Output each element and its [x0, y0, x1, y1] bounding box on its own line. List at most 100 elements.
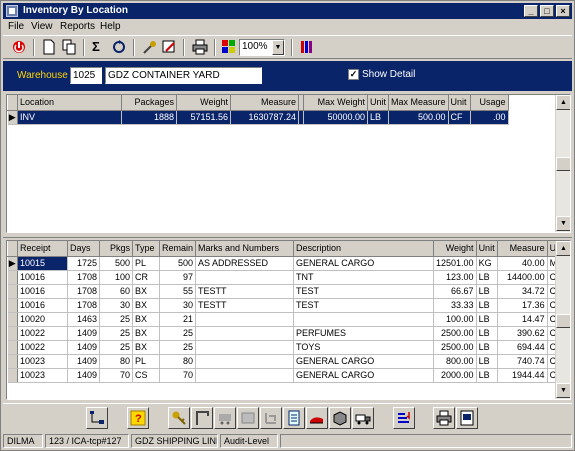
menu-reports[interactable]: Reports [60, 21, 95, 32]
warehouse-name-field[interactable]: GDZ CONTAINER YARD [105, 67, 262, 84]
table-row[interactable]: ▶ 10015 1725 500 PL 500 AS ADDRESSED GENERAL CA… [7, 256, 569, 271]
column-header[interactable]: Usage [469, 95, 509, 111]
cell-type[interactable]: PL [132, 354, 160, 369]
cell-measure[interactable]: 1944.44 [497, 368, 548, 383]
box-icon[interactable] [329, 407, 351, 429]
cell-description[interactable]: TNT [293, 270, 435, 285]
crane-icon[interactable] [191, 407, 213, 429]
cell-remain[interactable]: 70 [159, 368, 197, 383]
cell-marks[interactable] [195, 312, 295, 327]
table-row[interactable]: 10016170830BX30TESTTTEST33.33LB17.36CF [7, 298, 569, 313]
cell-marks[interactable] [195, 354, 295, 369]
pane-splitter[interactable] [3, 234, 572, 238]
cell-remain[interactable]: 80 [159, 354, 197, 369]
cell-days[interactable]: 1409 [67, 340, 100, 355]
cell-pkgs[interactable]: 60 [99, 284, 133, 299]
cell-weight[interactable]: 12501.00 [433, 256, 477, 271]
cell-days[interactable]: 1463 [67, 312, 100, 327]
column-header[interactable]: Description [293, 241, 435, 257]
cell-receipt[interactable]: 10023 [17, 354, 68, 369]
cell-receipt[interactable]: 10016 [17, 270, 68, 285]
cell-weight[interactable]: 66.67 [433, 284, 477, 299]
cell-weight-unit[interactable]: LB [476, 340, 498, 355]
refresh-icon[interactable] [111, 39, 127, 55]
cell-days[interactable]: 1708 [67, 298, 100, 313]
column-header[interactable]: Location [17, 95, 122, 111]
cell-measure[interactable]: 694.44 [497, 340, 548, 355]
column-header[interactable]: Measure [496, 241, 548, 257]
cell-description[interactable] [293, 312, 435, 327]
cell-weight-unit[interactable]: LB [476, 270, 498, 285]
cell-measure[interactable]: 34.72 [497, 284, 548, 299]
cell-receipt[interactable]: 10022 [17, 340, 68, 355]
cell-weight-unit[interactable]: LB [476, 284, 498, 299]
cell-days[interactable]: 1708 [67, 270, 100, 285]
document-icon[interactable] [283, 407, 305, 429]
cell-weight[interactable]: 123.00 [433, 270, 477, 285]
detail-scrollbar[interactable]: ▲ ▼ [555, 241, 570, 399]
column-header[interactable]: Marks and Numbers [195, 241, 295, 257]
cell-description[interactable]: GENERAL CARGO [293, 368, 435, 383]
preview-icon[interactable] [456, 407, 478, 429]
cell-type[interactable]: BX [132, 298, 160, 313]
cell-packages[interactable]: 1888 [121, 110, 177, 125]
cell-type[interactable]: CS [132, 368, 160, 383]
scroll-up-icon[interactable]: ▲ [556, 241, 570, 256]
cell-weight-unit[interactable]: LB [476, 298, 498, 313]
cell-type[interactable]: PL [132, 256, 160, 271]
gear-icon[interactable] [237, 407, 259, 429]
scroll-down-icon[interactable]: ▼ [556, 216, 570, 231]
column-header[interactable]: Weight [176, 95, 231, 111]
cart-icon[interactable] [214, 407, 236, 429]
cell-measure-unit[interactable]: CF [448, 110, 471, 125]
cell-measure[interactable]: 740.74 [497, 354, 548, 369]
table-row[interactable]: 10023 1409 70 CS 70 GENERAL CARGO 2000.00 LB 194… [7, 368, 569, 383]
cell-description[interactable]: TOYS [293, 340, 435, 355]
menu-view[interactable]: View [31, 21, 53, 32]
exit-icon[interactable] [11, 39, 27, 55]
cell-days[interactable]: 1409 [67, 354, 100, 369]
column-header[interactable]: Max Weight [303, 95, 368, 111]
cell-marks[interactable]: TESTT [195, 298, 295, 313]
cell-pkgs[interactable]: 100 [99, 270, 133, 285]
help-icon[interactable]: ? [127, 407, 149, 429]
grid-icon[interactable] [221, 39, 237, 55]
cell-type[interactable]: BX [132, 284, 160, 299]
column-header[interactable]: Weight [433, 241, 477, 257]
cell-measure[interactable]: 40.00 [497, 256, 548, 271]
forklift-icon[interactable] [260, 407, 282, 429]
cell-receipt[interactable]: 10016 [17, 284, 68, 299]
table-row[interactable]: ▶ INV 1888 57151.56 1630787.24 50000.00 … [7, 110, 509, 125]
cell-marks[interactable] [195, 368, 295, 383]
cell-marks[interactable] [195, 340, 295, 355]
cell-pkgs[interactable]: 25 [99, 340, 133, 355]
cell-description[interactable]: TEST [293, 298, 435, 313]
cell-weight[interactable]: 2500.00 [433, 326, 477, 341]
cell-days[interactable]: 1409 [67, 326, 100, 341]
cell-remain[interactable]: 21 [159, 312, 197, 327]
cell-receipt[interactable]: 10016 [17, 298, 68, 313]
cell-usage[interactable]: .00 [470, 110, 509, 125]
cell-pkgs[interactable]: 80 [99, 354, 133, 369]
maximize-button[interactable]: □ [540, 5, 554, 17]
cell-type[interactable]: BX [132, 340, 160, 355]
table-row[interactable]: 10020146325BX21100.00LB14.47CF [7, 312, 569, 327]
show-detail-checkbox[interactable]: ✓ [348, 69, 359, 80]
cell-weight-unit[interactable]: KG [476, 256, 498, 271]
cell-days[interactable]: 1725 [67, 256, 100, 271]
cell-receipt[interactable]: 10015 [17, 256, 68, 271]
shoe-icon[interactable] [306, 407, 328, 429]
cell-receipt[interactable]: 10022 [17, 326, 68, 341]
table-row[interactable]: 10022140925BX25PERFUMES2500.00LB390.62CF [7, 326, 569, 341]
cell-type[interactable]: BX [132, 326, 160, 341]
cell-weight[interactable]: 2500.00 [433, 340, 477, 355]
cell-description[interactable]: PERFUMES [293, 326, 435, 341]
cell-remain[interactable]: 30 [159, 298, 197, 313]
cell-weight-unit[interactable]: LB [476, 368, 498, 383]
cell-pkgs[interactable]: 25 [99, 312, 133, 327]
key-icon[interactable] [168, 407, 190, 429]
copy-icon[interactable] [61, 39, 77, 55]
cell-pkgs[interactable]: 70 [99, 368, 133, 383]
warehouse-code-field[interactable]: 1025 [70, 67, 102, 84]
chevron-down-icon[interactable]: ▼ [272, 40, 284, 55]
